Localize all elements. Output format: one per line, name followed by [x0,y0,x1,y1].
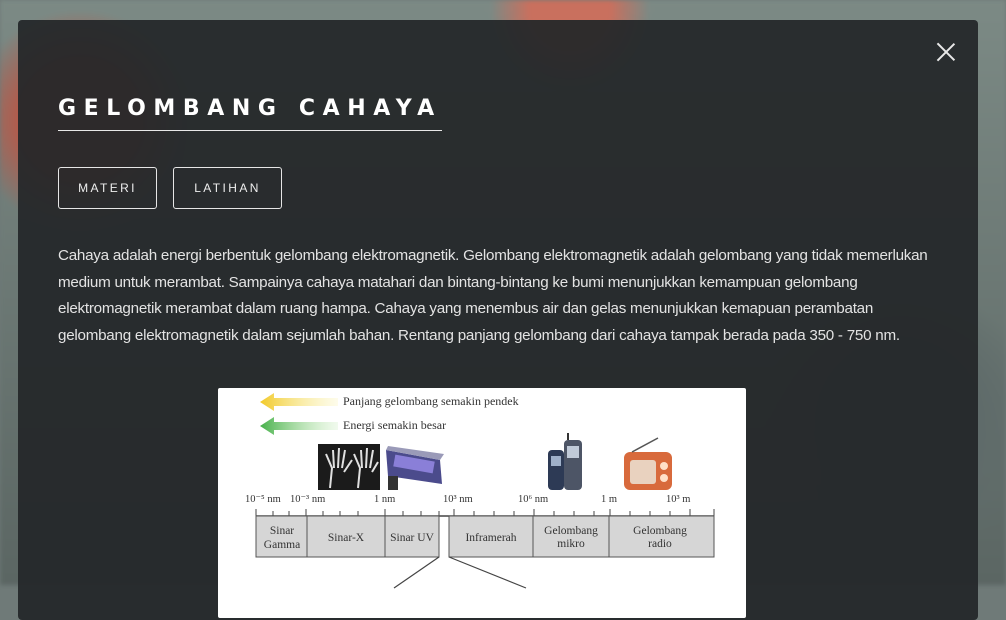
band-label: Sinar UV [390,532,434,544]
tab-materi[interactable]: MATERI [58,167,157,209]
page-title: GELOMBANG CAHAYA [58,96,442,131]
band-label: Inframerah [465,532,516,544]
band-label: Gelombang [633,525,687,537]
scale-label: 10⁻⁵ nm [245,494,281,505]
modal-dialog: GELOMBANG CAHAYA MATERI LATIHAN Cahaya a… [18,20,978,620]
arrow-wavelength [260,393,338,411]
close-icon[interactable] [936,42,956,62]
em-spectrum-figure: Panjang gelombang semakin pendek Energi … [218,388,746,618]
scale-label: 1 m [601,494,617,505]
scale-label: 10⁶ nm [518,494,548,505]
band-label: radio [648,538,672,550]
band-label: Gamma [264,539,300,551]
scale-label: 10³ m [666,494,690,505]
band-label: mikro [557,538,585,550]
scale-label: 10³ nm [443,494,473,505]
mobile-phones-icon [548,433,582,490]
scale-labels: 10⁻⁵ nm 10⁻³ nm 1 nm 10³ nm 10⁶ nm 1 m 1… [245,494,690,505]
visible-light-lines [393,556,527,589]
radio-icon [624,437,672,490]
em-spectrum-diagram: Panjang gelombang semakin pendek Energi … [245,393,715,589]
band-label: Sinar-X [328,532,365,544]
scale-label: 1 nm [374,494,395,505]
xray-hands-icon [318,444,380,490]
band-label: Sinar [270,525,294,537]
description-paragraph: Cahaya adalah energi berbentuk gelombang… [58,247,928,344]
uv-lamp-icon [386,446,444,490]
scale-label: 10⁻³ nm [290,494,325,505]
arrow2-label: Energi semakin besar [343,418,446,432]
arrow1-label: Panjang gelombang semakin pendek [343,394,519,408]
tab-latihan[interactable]: LATIHAN [173,167,282,209]
arrow-energy [260,417,338,435]
band-label: Gelombang [544,525,598,537]
